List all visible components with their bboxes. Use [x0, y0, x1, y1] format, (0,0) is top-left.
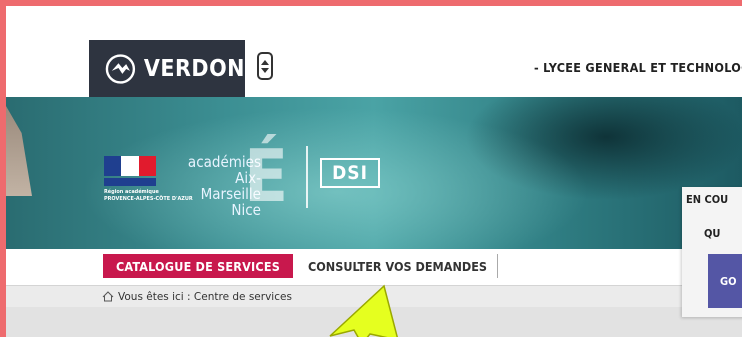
school-name: - LYCEE GENERAL ET TECHNOLOGIQUE	[534, 60, 742, 75]
region-label: Région académique PROVENCE-ALPES-CÔTE D'…	[104, 189, 193, 203]
main-nav: CATALOGUE DE SERVICES CONSULTER VOS DEMA…	[6, 249, 742, 285]
education-logo-letter: É	[244, 134, 289, 218]
consulter-demandes-tab[interactable]: CONSULTER VOS DEMANDES	[302, 254, 498, 278]
breadcrumb-text: Vous êtes ici : Centre de services	[118, 290, 292, 303]
requests-panel: EN COU QU GO	[682, 187, 742, 317]
verdon-logo-icon	[105, 53, 136, 84]
dsi-logo: DSI	[320, 158, 380, 188]
arrow-up-icon	[261, 59, 269, 65]
home-icon[interactable]	[102, 291, 114, 302]
banner-divider	[306, 146, 308, 208]
panel-title: EN COU	[686, 193, 729, 206]
french-republic-logo	[104, 156, 156, 192]
catalogue-services-tab[interactable]: CATALOGUE DE SERVICES	[103, 254, 293, 278]
arrow-down-icon	[261, 67, 269, 73]
scroll-toggle-icon[interactable]	[257, 52, 273, 80]
panel-go-button[interactable]: GO	[708, 254, 742, 308]
region-line1: Région académique	[104, 189, 159, 195]
brand-name: VERDON	[143, 55, 245, 82]
verdon-logo[interactable]: VERDON	[89, 40, 245, 97]
page-frame: VERDON - LYCEE GENERAL ET TECHNOLOGIQUE …	[6, 6, 742, 337]
annotation-arrow-icon	[329, 284, 398, 337]
region-line2: PROVENCE-ALPES-CÔTE D'AZUR	[104, 196, 193, 202]
panel-question: QU	[704, 227, 721, 240]
